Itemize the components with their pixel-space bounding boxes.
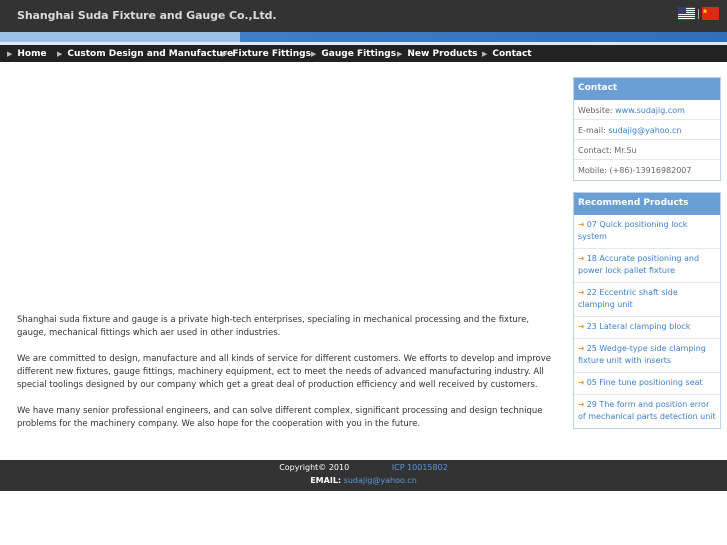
nav-gauge-fittings[interactable]: ▶ Gauge Fittings (311, 49, 397, 59)
nav-fixture-fittings[interactable]: ▶ Fixture Fittings (222, 49, 311, 59)
nav-contact[interactable]: ▶ Contact (482, 49, 532, 59)
site-header: Shanghai Suda Fixture and Gauge Co.,Ltd. (0, 0, 727, 32)
chevron-right-icon: ▶ (222, 49, 228, 58)
arrow-right-icon: ➜ (578, 220, 585, 229)
recommend-product-link[interactable]: ➜ 25 Wedge-type side clamping fixture uni… (574, 339, 720, 373)
cn-flag-icon[interactable] (702, 7, 719, 20)
chevron-right-icon: ▶ (311, 49, 317, 58)
recommend-product-link[interactable]: ➜ 29 The form and position error of mecha… (574, 395, 720, 428)
contact-box: Contact Website: www.sudajig.com E-mail:… (573, 77, 721, 181)
recommend-product-link[interactable]: ➜ 22 Eccentric shaft side clamping unit (574, 283, 720, 317)
intro-paragraph: We have many senior professional enginee… (17, 406, 543, 429)
chevron-right-icon: ▶ (482, 49, 488, 58)
nav-custom-design[interactable]: ▶ Custom Design and Manufacture (57, 49, 233, 59)
intro-text: Shanghai suda fixture and gauge is a pri… (17, 314, 552, 444)
contact-mobile: Mobile: (+86)-13916982007 (578, 166, 692, 175)
recommend-product-link[interactable]: ➜ 18 Accurate positioning and power lock … (574, 249, 720, 283)
sidebar: Contact Website: www.sudajig.com E-mail:… (573, 77, 721, 440)
chevron-right-icon: ▶ (7, 49, 13, 58)
chevron-right-icon: ▶ (57, 49, 63, 58)
footer-email-row: EMAIL: sudajig@yahoo.cn (0, 476, 727, 485)
arrow-right-icon: ➜ (578, 378, 585, 387)
recommend-product-link[interactable]: ➜ 23 Lateral clamping block (574, 317, 720, 339)
language-switcher (678, 7, 719, 20)
arrow-right-icon: ➜ (578, 322, 585, 331)
flag-divider (698, 8, 699, 19)
recommend-box-title: Recommend Products (574, 193, 720, 215)
recommend-box: Recommend Products ➜ 07 Quick positioning… (573, 192, 721, 429)
arrow-right-icon: ➜ (578, 254, 585, 263)
nav-new-products[interactable]: ▶ New Products (397, 49, 482, 59)
site-footer: Copyright© 2010 ICP 10015802 EMAIL: suda… (0, 460, 727, 491)
arrow-right-icon: ➜ (578, 288, 585, 297)
contact-email: E-mail: sudajig@yahoo.cn (574, 120, 720, 140)
arrow-right-icon: ➜ (578, 400, 585, 409)
contact-website: Website: www.sudajig.com (574, 100, 720, 120)
main-nav: ▶ Home ▶ Custom Design and Manufacture ▶ Fi… (0, 45, 727, 62)
copyright-text: Copyright© 2010 (279, 463, 350, 472)
intro-paragraph: We are committed to design, manufacture … (17, 354, 551, 390)
icp-link[interactable]: ICP 10015802 (392, 463, 448, 472)
footer-copyright-row: Copyright© 2010 ICP 10015802 (0, 463, 727, 472)
recommend-product-link[interactable]: ➜ 07 Quick positioning lock system (574, 215, 720, 249)
header-band (0, 32, 727, 45)
contact-box-title: Contact (574, 78, 720, 100)
nav-home[interactable]: ▶ Home (7, 49, 57, 59)
email-link[interactable]: sudajig@yahoo.cn (608, 126, 681, 135)
footer-email-label: EMAIL: (310, 476, 342, 485)
footer-email-link[interactable]: sudajig@yahoo.cn (344, 476, 417, 485)
chevron-right-icon: ▶ (397, 49, 403, 58)
website-link[interactable]: www.sudajig.com (615, 106, 685, 115)
us-flag-icon[interactable] (678, 7, 695, 20)
arrow-right-icon: ➜ (578, 344, 585, 353)
recommend-product-link[interactable]: ➜ 05 Fine tune positioning seat (574, 373, 720, 395)
site-title: Shanghai Suda Fixture and Gauge Co.,Ltd. (17, 9, 277, 22)
contact-person: Contact: Mr.Su (574, 140, 720, 160)
intro-paragraph: Shanghai suda fixture and gauge is a pri… (17, 315, 530, 338)
